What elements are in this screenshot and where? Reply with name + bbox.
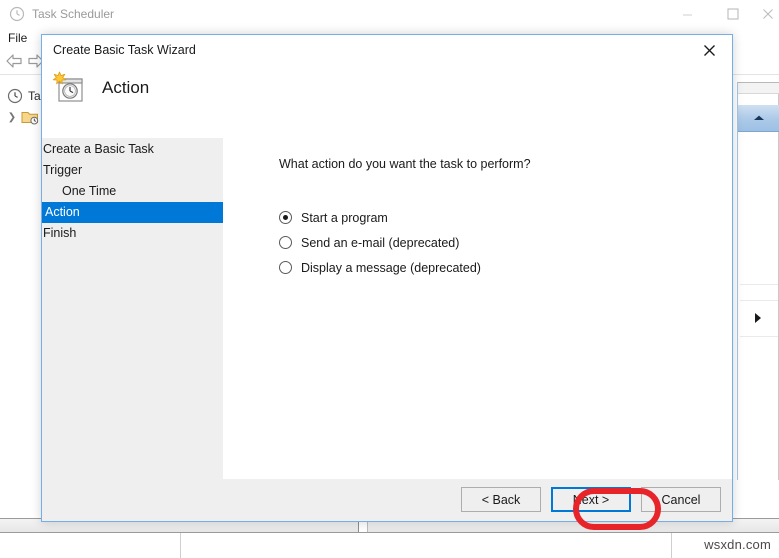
- radio-label: Send an e-mail (deprecated): [301, 235, 460, 250]
- dialog-title: Create Basic Task Wizard: [53, 43, 196, 57]
- wizard-step-trigger[interactable]: Trigger: [42, 160, 223, 181]
- task-wizard-icon: [51, 70, 89, 108]
- radio-label: Start a program: [301, 210, 388, 225]
- window-titlebar: Task Scheduler: [0, 0, 779, 28]
- back-button[interactable]: < Back: [461, 487, 541, 512]
- dialog-content-panel: What action do you want the task to perf…: [223, 138, 732, 479]
- window-title: Task Scheduler: [32, 7, 115, 21]
- dialog-body: Create a Basic Task Trigger One Time Act…: [42, 138, 732, 521]
- dialog-footer: < Back Next > Cancel: [223, 479, 732, 521]
- task-folder-icon: [21, 109, 39, 125]
- status-divider: [671, 533, 672, 558]
- right-pane-divider: [740, 300, 778, 301]
- right-pane-collapse-header[interactable]: [738, 105, 779, 132]
- clock-icon: [7, 88, 23, 104]
- next-button[interactable]: Next >: [551, 487, 631, 512]
- radio-send-an-email[interactable]: Send an e-mail (deprecated): [279, 230, 481, 255]
- triangle-right-icon[interactable]: [755, 313, 761, 323]
- right-action-pane: [737, 82, 779, 480]
- radio-start-a-program[interactable]: Start a program: [279, 205, 481, 230]
- back-arrow-icon[interactable]: [4, 52, 24, 70]
- wizard-step-one-time[interactable]: One Time: [42, 181, 223, 202]
- radio-display-a-message[interactable]: Display a message (deprecated): [279, 255, 481, 280]
- create-basic-task-wizard-dialog: Create Basic Task Wizard Action Create a…: [41, 34, 733, 522]
- dialog-close-button[interactable]: [687, 35, 732, 65]
- dialog-header: Action: [42, 66, 732, 138]
- menu-item-file[interactable]: File: [8, 29, 27, 47]
- chevron-right-icon[interactable]: ❯: [7, 112, 17, 123]
- tree-child-item[interactable]: ❯: [7, 109, 39, 125]
- status-divider: [180, 533, 181, 558]
- close-button[interactable]: [756, 0, 779, 28]
- action-radio-group: Start a program Send an e-mail (deprecat…: [279, 205, 481, 280]
- chevron-up-icon[interactable]: [752, 114, 766, 122]
- radio-mark-icon: [279, 236, 292, 249]
- maximize-button[interactable]: [710, 0, 756, 28]
- right-pane-divider: [740, 284, 778, 285]
- right-pane-divider: [740, 336, 778, 337]
- clock-icon: [9, 6, 25, 22]
- dialog-titlebar: Create Basic Task Wizard: [42, 35, 732, 66]
- wizard-step-list: Create a Basic Task Trigger One Time Act…: [42, 139, 223, 244]
- cancel-button[interactable]: Cancel: [641, 487, 721, 512]
- radio-label: Display a message (deprecated): [301, 260, 481, 275]
- minimize-button[interactable]: [664, 0, 710, 28]
- watermark-text: wsxdn.com: [704, 537, 771, 552]
- dialog-heading: Action: [102, 78, 150, 97]
- right-pane-header-strip: [738, 82, 779, 94]
- wizard-step-finish[interactable]: Finish: [42, 223, 223, 244]
- wizard-step-create-a-basic-task[interactable]: Create a Basic Task: [42, 139, 223, 160]
- wizard-step-action[interactable]: Action: [42, 202, 223, 223]
- radio-mark-icon: [279, 261, 292, 274]
- radio-mark-icon: [279, 211, 292, 224]
- action-question-label: What action do you want the task to perf…: [279, 157, 531, 171]
- wizard-step-nav: Create a Basic Task Trigger One Time Act…: [42, 138, 223, 521]
- screen: Task Scheduler File Tas ❯ wsxdn.com Crea…: [0, 0, 779, 558]
